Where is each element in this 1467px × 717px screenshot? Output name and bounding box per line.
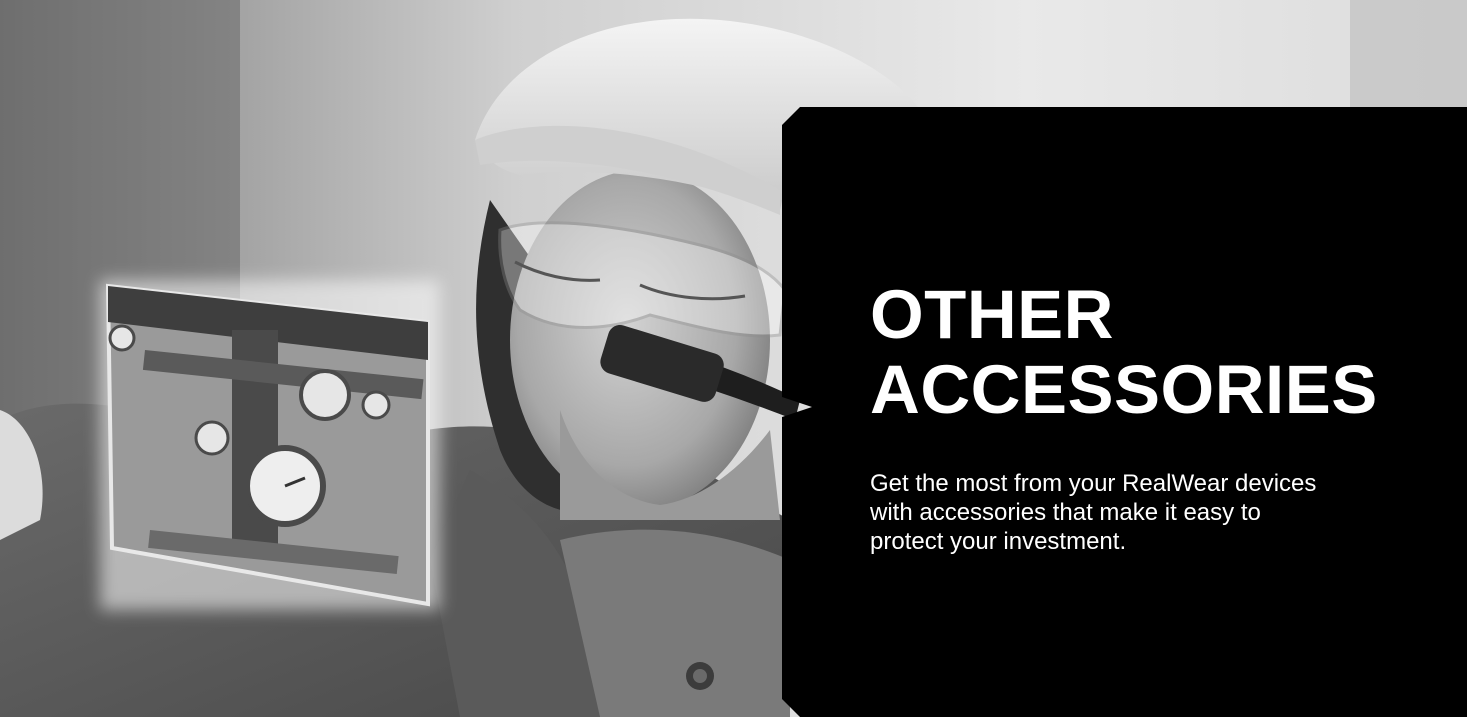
title-line-2: ACCESSORIES — [870, 351, 1378, 428]
hero-banner: OTHER ACCESSORIES Get the most from your… — [0, 0, 1467, 717]
panel-title: OTHER ACCESSORIES — [870, 277, 1378, 427]
title-line-1: OTHER — [870, 276, 1114, 353]
accessories-panel: OTHER ACCESSORIES Get the most from your… — [782, 107, 1467, 717]
panel-description: Get the most from your RealWear devices … — [870, 470, 1317, 555]
